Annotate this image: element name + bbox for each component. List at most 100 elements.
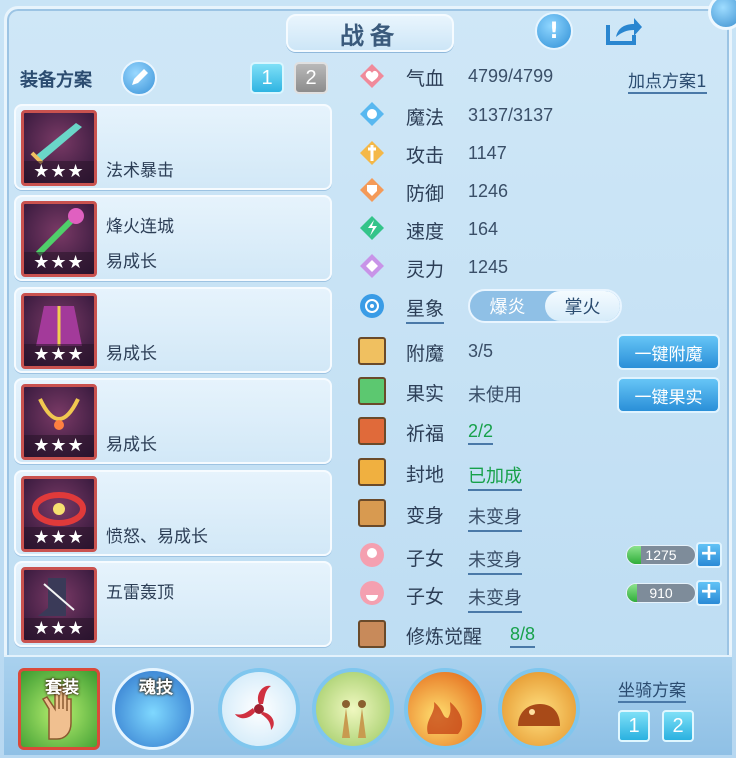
child1-progress-text: 1275 (645, 547, 677, 563)
share-button[interactable] (604, 14, 644, 48)
equip-slot-weapon[interactable]: ★★★ 法术暴击 (14, 104, 332, 190)
blessing-label: 祈福 (406, 423, 445, 445)
skill-slot-3[interactable] (404, 668, 486, 750)
hp-label: 气血 (406, 68, 445, 90)
transform-value[interactable]: 未变身 (468, 503, 522, 532)
child-icon (358, 579, 386, 607)
title-tab: 战备 (286, 14, 454, 52)
page-title: 战备 (340, 21, 400, 50)
child1-label: 子女 (406, 548, 445, 570)
mount-plan-label: 坐骑方案 (618, 676, 686, 703)
transform-label: 变身 (406, 505, 445, 527)
heart-icon (358, 62, 386, 90)
equip-trait: 法术暴击 (106, 161, 174, 181)
weapon-icon: ★★★ (21, 110, 97, 186)
skill-slot-1[interactable] (218, 668, 300, 750)
def-value: 1246 (468, 181, 509, 201)
star-rating: ★★★ (24, 344, 94, 366)
light-figures-icon (342, 700, 366, 738)
atk-label: 攻击 (406, 145, 445, 167)
mount-plan-tab-1[interactable]: 1 (618, 710, 650, 742)
speed-icon (358, 214, 386, 242)
auto-fruit-button[interactable]: 一键果实 (617, 377, 720, 413)
edit-plan-button[interactable] (121, 60, 157, 96)
transform-icon (358, 499, 386, 527)
star-sign-toggle[interactable]: 爆炎 掌火 (468, 289, 622, 323)
equip-trait: 易成长 (106, 252, 157, 272)
equip-trait: 易成长 (106, 435, 157, 455)
child2-label: 子女 (406, 586, 445, 608)
spi-value: 1245 (468, 257, 509, 277)
skill-slot-4[interactable] (498, 668, 580, 750)
enchant-label: 附魔 (406, 343, 445, 365)
attack-icon (358, 139, 386, 167)
mp-label: 魔法 (406, 107, 445, 129)
share-icon (606, 18, 642, 45)
spd-value: 164 (468, 219, 499, 239)
child2-progress: 910 (626, 583, 696, 603)
staff-icon: ★★★ (21, 201, 97, 277)
boots-icon: ★★★ (21, 567, 97, 643)
beast-icon (518, 704, 560, 726)
star-sign-icon (358, 292, 386, 320)
fruit-value: 未使用 (468, 385, 522, 405)
exclamation-icon: ! (548, 18, 560, 44)
equip-name: 烽火连城 (106, 217, 174, 237)
mp-value: 3137/3137 (468, 105, 554, 125)
cultivation-label: 修炼觉醒 (406, 626, 483, 648)
necklace-icon: ★★★ (21, 384, 97, 460)
cultivation-value[interactable]: 8/8 (510, 624, 536, 648)
star-sign-option-2[interactable]: 掌火 (545, 291, 620, 321)
defense-icon (358, 176, 386, 204)
hp-value: 4799/4799 (468, 66, 554, 86)
equip-trait: 愤怒、易成长 (106, 527, 208, 547)
mount-plan-tab-2[interactable]: 2 (662, 710, 694, 742)
def-label: 防御 (406, 183, 445, 205)
robe-icon: ★★★ (21, 293, 97, 369)
equip-slot-armor[interactable]: ★★★ 易成长 (14, 287, 332, 373)
spd-label: 速度 (406, 221, 445, 243)
point-plan-link[interactable]: 加点方案1 (628, 67, 707, 94)
fire-icon (427, 702, 463, 734)
fief-icon (358, 458, 386, 486)
equip-plan-tab-1[interactable]: 1 (250, 62, 284, 94)
soul-skill-button[interactable]: 魂技 (112, 668, 194, 750)
blade-fan-icon (235, 685, 274, 730)
child1-progress: 1275 (626, 545, 696, 565)
fief-label: 封地 (406, 464, 445, 486)
child1-add-button[interactable]: + (696, 542, 722, 568)
suit-button[interactable]: 套装 (18, 668, 100, 750)
equip-plan-tab-2[interactable]: 2 (294, 62, 328, 94)
equip-plan-label: 装备方案 (20, 70, 92, 91)
star-rating: ★★★ (24, 527, 94, 549)
fruit-label: 果实 (406, 383, 445, 405)
star-sign-label[interactable]: 星象 (406, 294, 445, 324)
blessing-value[interactable]: 2/2 (468, 421, 494, 445)
child2-add-button[interactable]: + (696, 580, 722, 606)
enchant-icon (358, 337, 386, 365)
equip-slot-boots[interactable]: ★★★ 五雷轰顶 (14, 561, 332, 647)
cultivation-icon (358, 620, 386, 648)
auto-enchant-button[interactable]: 一键附魔 (617, 334, 720, 370)
star-rating: ★★★ (24, 435, 94, 457)
equip-name: 五雷轰顶 (106, 583, 174, 603)
star-sign-option-1[interactable]: 爆炎 (470, 291, 545, 321)
mana-icon (358, 100, 386, 128)
equip-slot-helmet[interactable]: ★★★ 烽火连城 易成长 (14, 195, 332, 281)
child2-progress-text: 910 (649, 585, 673, 601)
fief-value[interactable]: 已加成 (468, 462, 522, 491)
star-rating: ★★★ (24, 618, 94, 640)
suit-label: 套装 (45, 678, 79, 698)
enchant-value: 3/5 (468, 341, 494, 361)
pencil-icon (132, 69, 148, 85)
child-icon (358, 541, 386, 569)
child2-value[interactable]: 未变身 (468, 584, 522, 613)
belt-icon: ★★★ (21, 476, 97, 552)
child1-value[interactable]: 未变身 (468, 546, 522, 575)
equip-trait: 易成长 (106, 344, 157, 364)
info-button[interactable]: ! (535, 12, 573, 50)
fruit-icon (358, 377, 386, 405)
equip-slot-belt[interactable]: ★★★ 愤怒、易成长 (14, 470, 332, 556)
equip-slot-necklace[interactable]: ★★★ 易成长 (14, 378, 332, 464)
skill-slot-2[interactable] (312, 668, 394, 750)
